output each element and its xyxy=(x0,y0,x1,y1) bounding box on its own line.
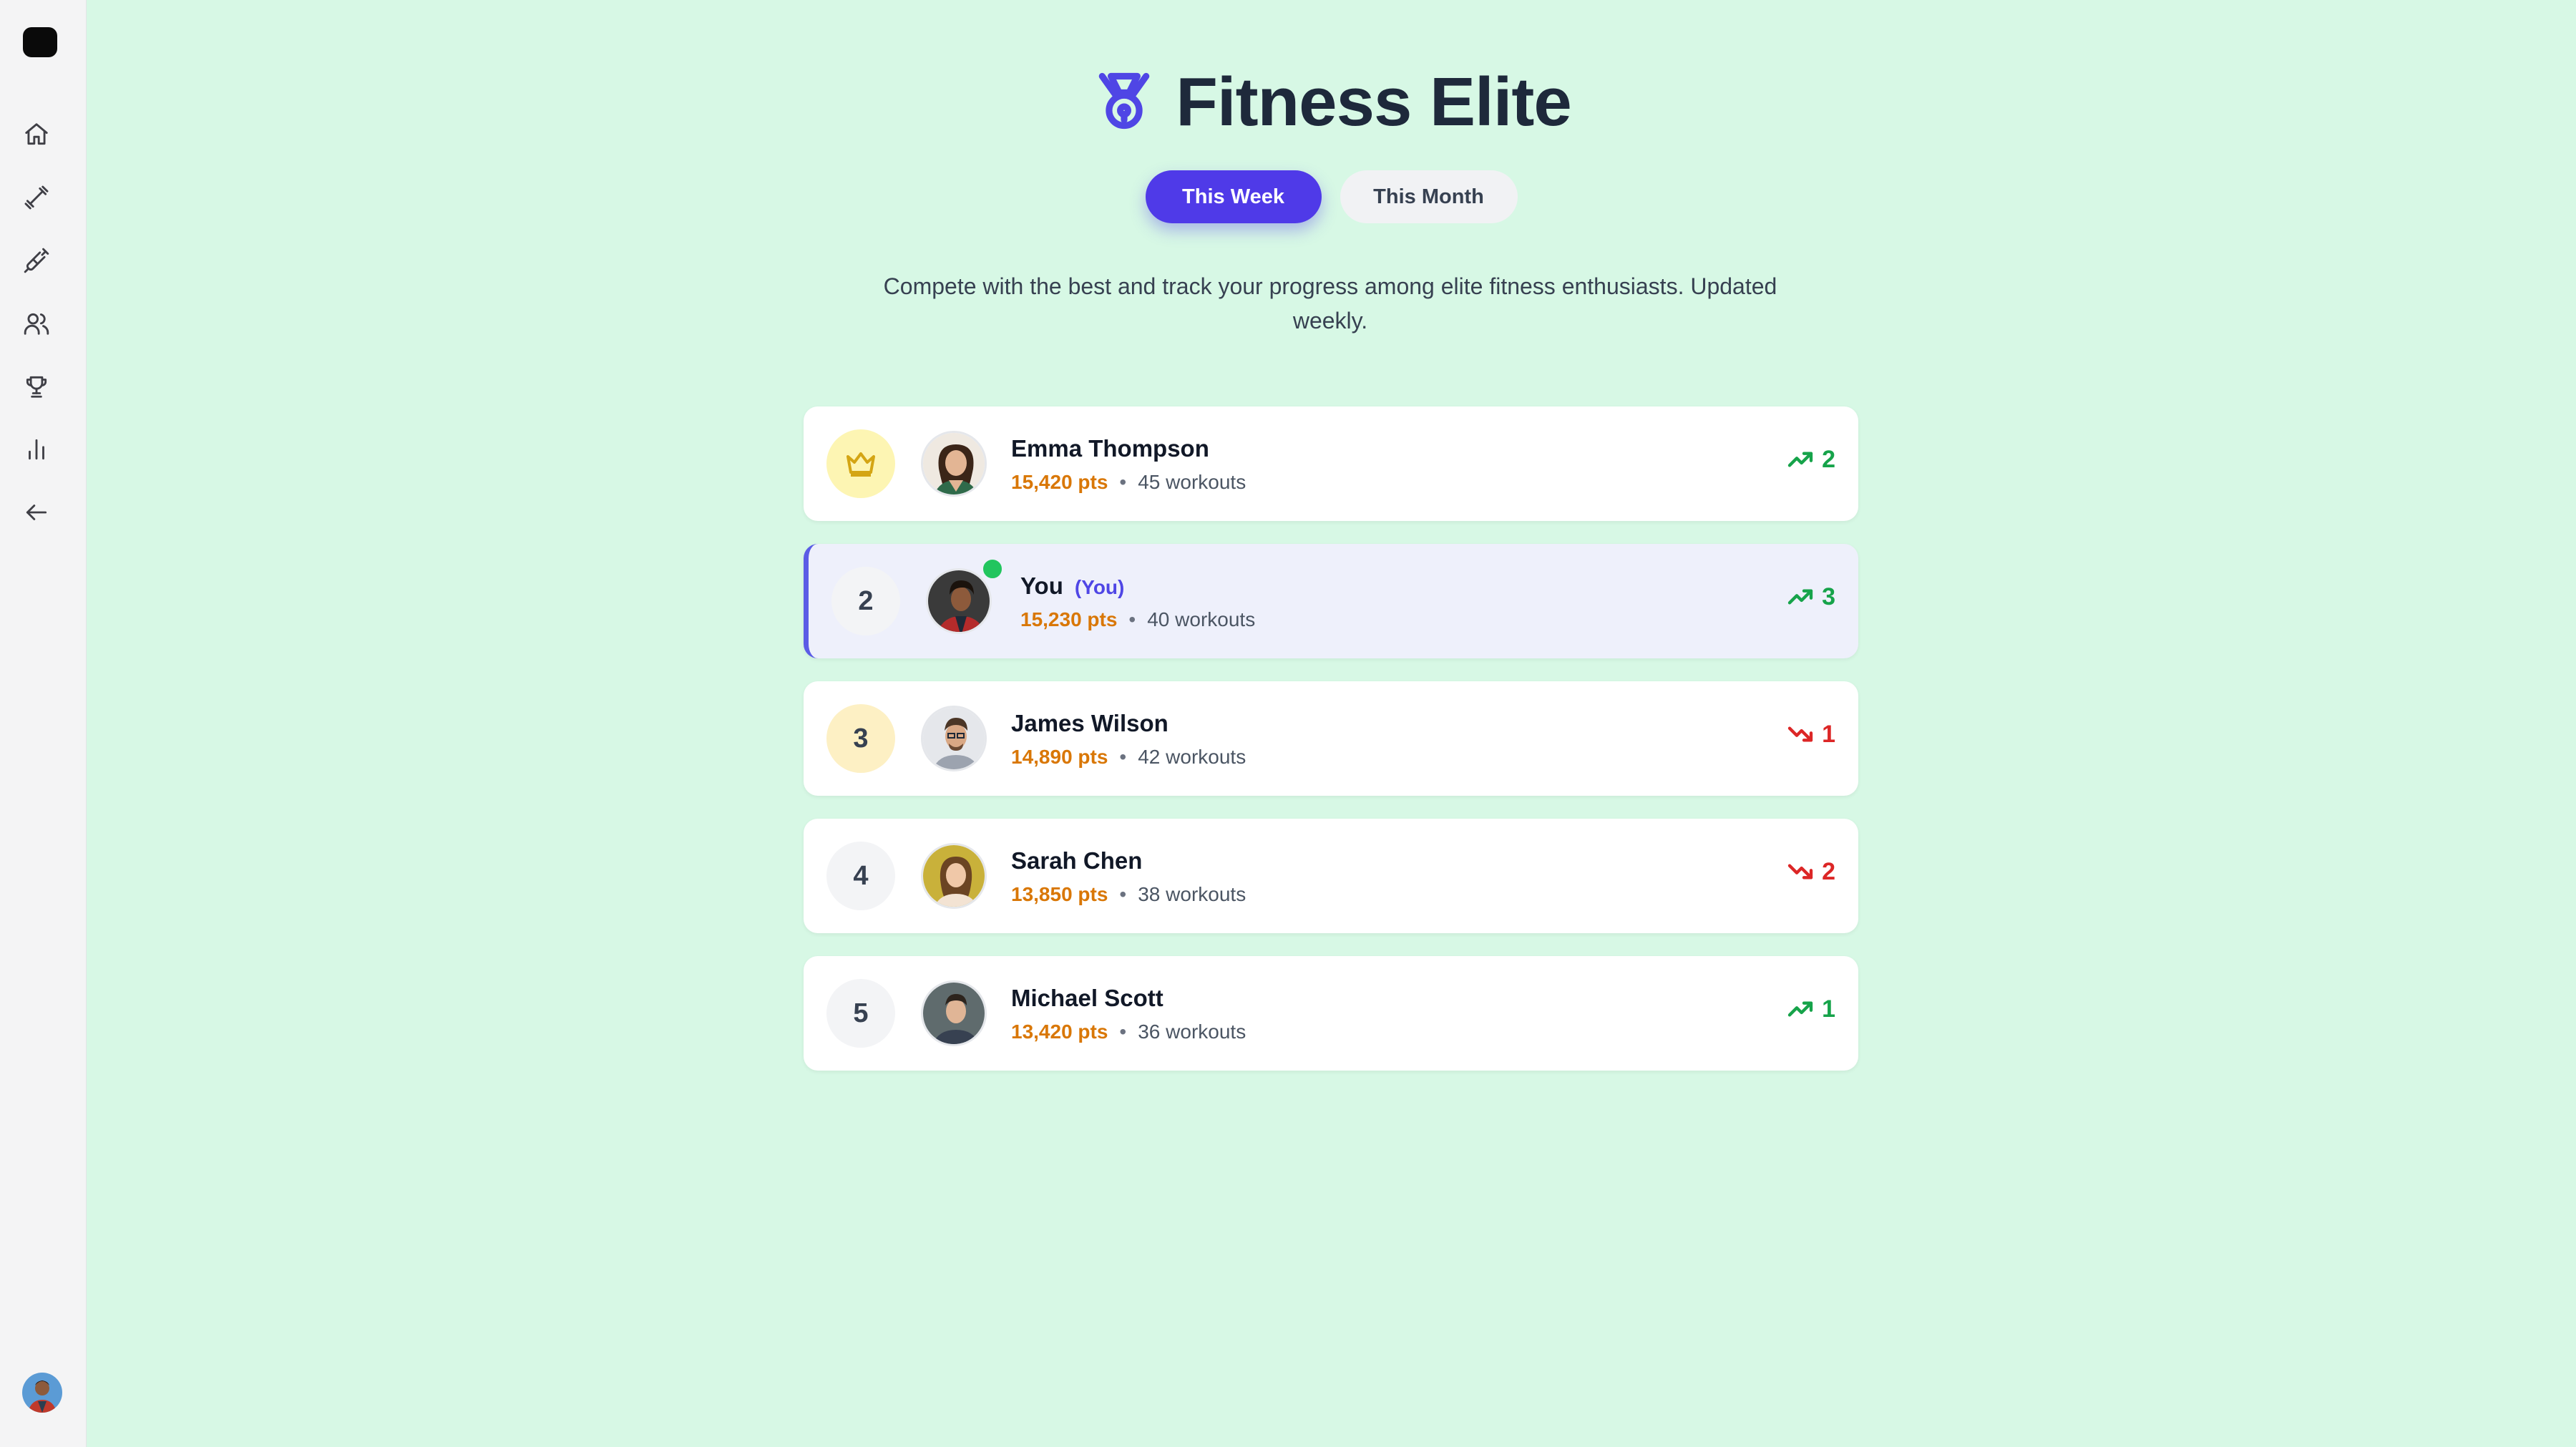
trending-up-icon xyxy=(1787,452,1813,467)
crown-icon xyxy=(847,452,875,477)
rank-change-value: 1 xyxy=(1822,720,1835,748)
rank-badge: 4 xyxy=(826,842,895,910)
avatar xyxy=(926,568,992,634)
rank-change: 1 xyxy=(1786,720,1835,749)
rank-change-value: 2 xyxy=(1822,857,1835,885)
player-workouts: 36 workouts xyxy=(1138,1020,1246,1043)
rank-change: 2 xyxy=(1786,857,1835,886)
player-points: 15,420 pts xyxy=(1011,471,1108,493)
player-name-line: You (You) xyxy=(1020,573,1255,600)
leaderboard-row[interactable]: Emma Thompson 15,420 pts • 45 workouts 2 xyxy=(804,406,1858,521)
avatar xyxy=(921,706,987,771)
player-info: Emma Thompson 15,420 pts • 45 workouts xyxy=(1011,435,1246,494)
player-points: 15,230 pts xyxy=(1020,608,1118,630)
page-subtitle: Compete with the best and track your pro… xyxy=(883,273,1777,333)
player-workouts: 38 workouts xyxy=(1138,883,1246,905)
home-icon[interactable] xyxy=(20,118,53,151)
player-points: 13,420 pts xyxy=(1011,1020,1108,1043)
rank-change-value: 3 xyxy=(1822,583,1835,610)
player-name-line: Emma Thompson xyxy=(1011,435,1246,462)
rank-change: 1 xyxy=(1786,995,1835,1023)
player-info: You (You) 15,230 pts • 40 workouts xyxy=(1020,573,1255,631)
player-name: Emma Thompson xyxy=(1011,435,1209,462)
player-name-line: Sarah Chen xyxy=(1011,847,1246,874)
player-name: Michael Scott xyxy=(1011,985,1163,1011)
medal-icon xyxy=(1091,68,1157,137)
separator: • xyxy=(1119,1020,1127,1043)
avatar xyxy=(921,980,987,1046)
leaderboard-row[interactable]: 3 James Wilson 14,890 pts • 42 workouts 1 xyxy=(804,681,1858,796)
rank-badge: 2 xyxy=(831,567,900,635)
tab-this-month[interactable]: This Month xyxy=(1340,170,1518,223)
online-status-indicator xyxy=(980,557,1005,581)
trending-down-icon xyxy=(1787,726,1813,742)
rank-change-value: 1 xyxy=(1822,995,1835,1023)
avatar xyxy=(921,843,987,909)
rank-badge: 3 xyxy=(826,704,895,773)
page-header: Fitness Elite xyxy=(87,63,2576,142)
player-stats: 14,890 pts • 42 workouts xyxy=(1011,746,1246,769)
leaderboard-row[interactable]: 4 Sarah Chen 13,850 pts • 38 workouts 2 xyxy=(804,819,1858,933)
syringe-icon[interactable] xyxy=(20,244,53,277)
rank-change-value: 2 xyxy=(1822,445,1835,473)
player-stats: 15,420 pts • 45 workouts xyxy=(1011,471,1246,494)
trending-up-icon xyxy=(1787,589,1813,605)
player-info: Michael Scott 13,420 pts • 36 workouts xyxy=(1011,985,1246,1043)
player-points: 14,890 pts xyxy=(1011,746,1108,768)
leaderboard-row-current-user[interactable]: 2 You (You) 15,230 pts • 40 workouts 3 xyxy=(804,544,1858,658)
rank-change: 3 xyxy=(1786,583,1835,611)
player-stats: 13,850 pts • 38 workouts xyxy=(1011,883,1246,906)
users-icon[interactable] xyxy=(20,307,53,340)
you-tag: (You) xyxy=(1074,576,1125,598)
player-workouts: 42 workouts xyxy=(1138,746,1246,768)
player-name-line: James Wilson xyxy=(1011,710,1246,737)
separator: • xyxy=(1119,883,1127,905)
rank-change: 2 xyxy=(1786,445,1835,474)
arrow-left-icon[interactable] xyxy=(20,496,53,529)
trophy-icon[interactable] xyxy=(20,370,53,403)
player-workouts: 45 workouts xyxy=(1138,471,1246,493)
app-logo[interactable] xyxy=(23,27,57,57)
player-points: 13,850 pts xyxy=(1011,883,1108,905)
period-toggle: This Week This Month xyxy=(0,170,2576,223)
player-name-line: Michael Scott xyxy=(1011,985,1246,1012)
separator: • xyxy=(1119,746,1127,768)
player-name: You xyxy=(1020,573,1063,599)
leaderboard-row[interactable]: 5 Michael Scott 13,420 pts • 36 workouts 1 xyxy=(804,956,1858,1071)
bar-chart-icon[interactable] xyxy=(20,433,53,466)
avatar xyxy=(921,431,987,497)
player-stats: 13,420 pts • 36 workouts xyxy=(1011,1020,1246,1043)
player-info: Sarah Chen 13,850 pts • 38 workouts xyxy=(1011,847,1246,906)
trending-up-icon xyxy=(1787,1001,1813,1017)
player-info: James Wilson 14,890 pts • 42 workouts xyxy=(1011,710,1246,769)
player-stats: 15,230 pts • 40 workouts xyxy=(1020,608,1255,631)
player-name: Sarah Chen xyxy=(1011,847,1143,874)
player-workouts: 40 workouts xyxy=(1147,608,1256,630)
user-avatar[interactable] xyxy=(22,1373,62,1413)
tab-this-week[interactable]: This Week xyxy=(1145,170,1322,223)
page-title: Fitness Elite xyxy=(1176,64,1571,140)
rank-badge: 5 xyxy=(826,979,895,1048)
rank-badge xyxy=(826,429,895,498)
trending-down-icon xyxy=(1787,864,1813,880)
separator: • xyxy=(1128,608,1136,630)
player-name: James Wilson xyxy=(1011,710,1169,736)
separator: • xyxy=(1119,471,1127,493)
leaderboard: Emma Thompson 15,420 pts • 45 workouts 2 2 xyxy=(804,406,1858,1093)
